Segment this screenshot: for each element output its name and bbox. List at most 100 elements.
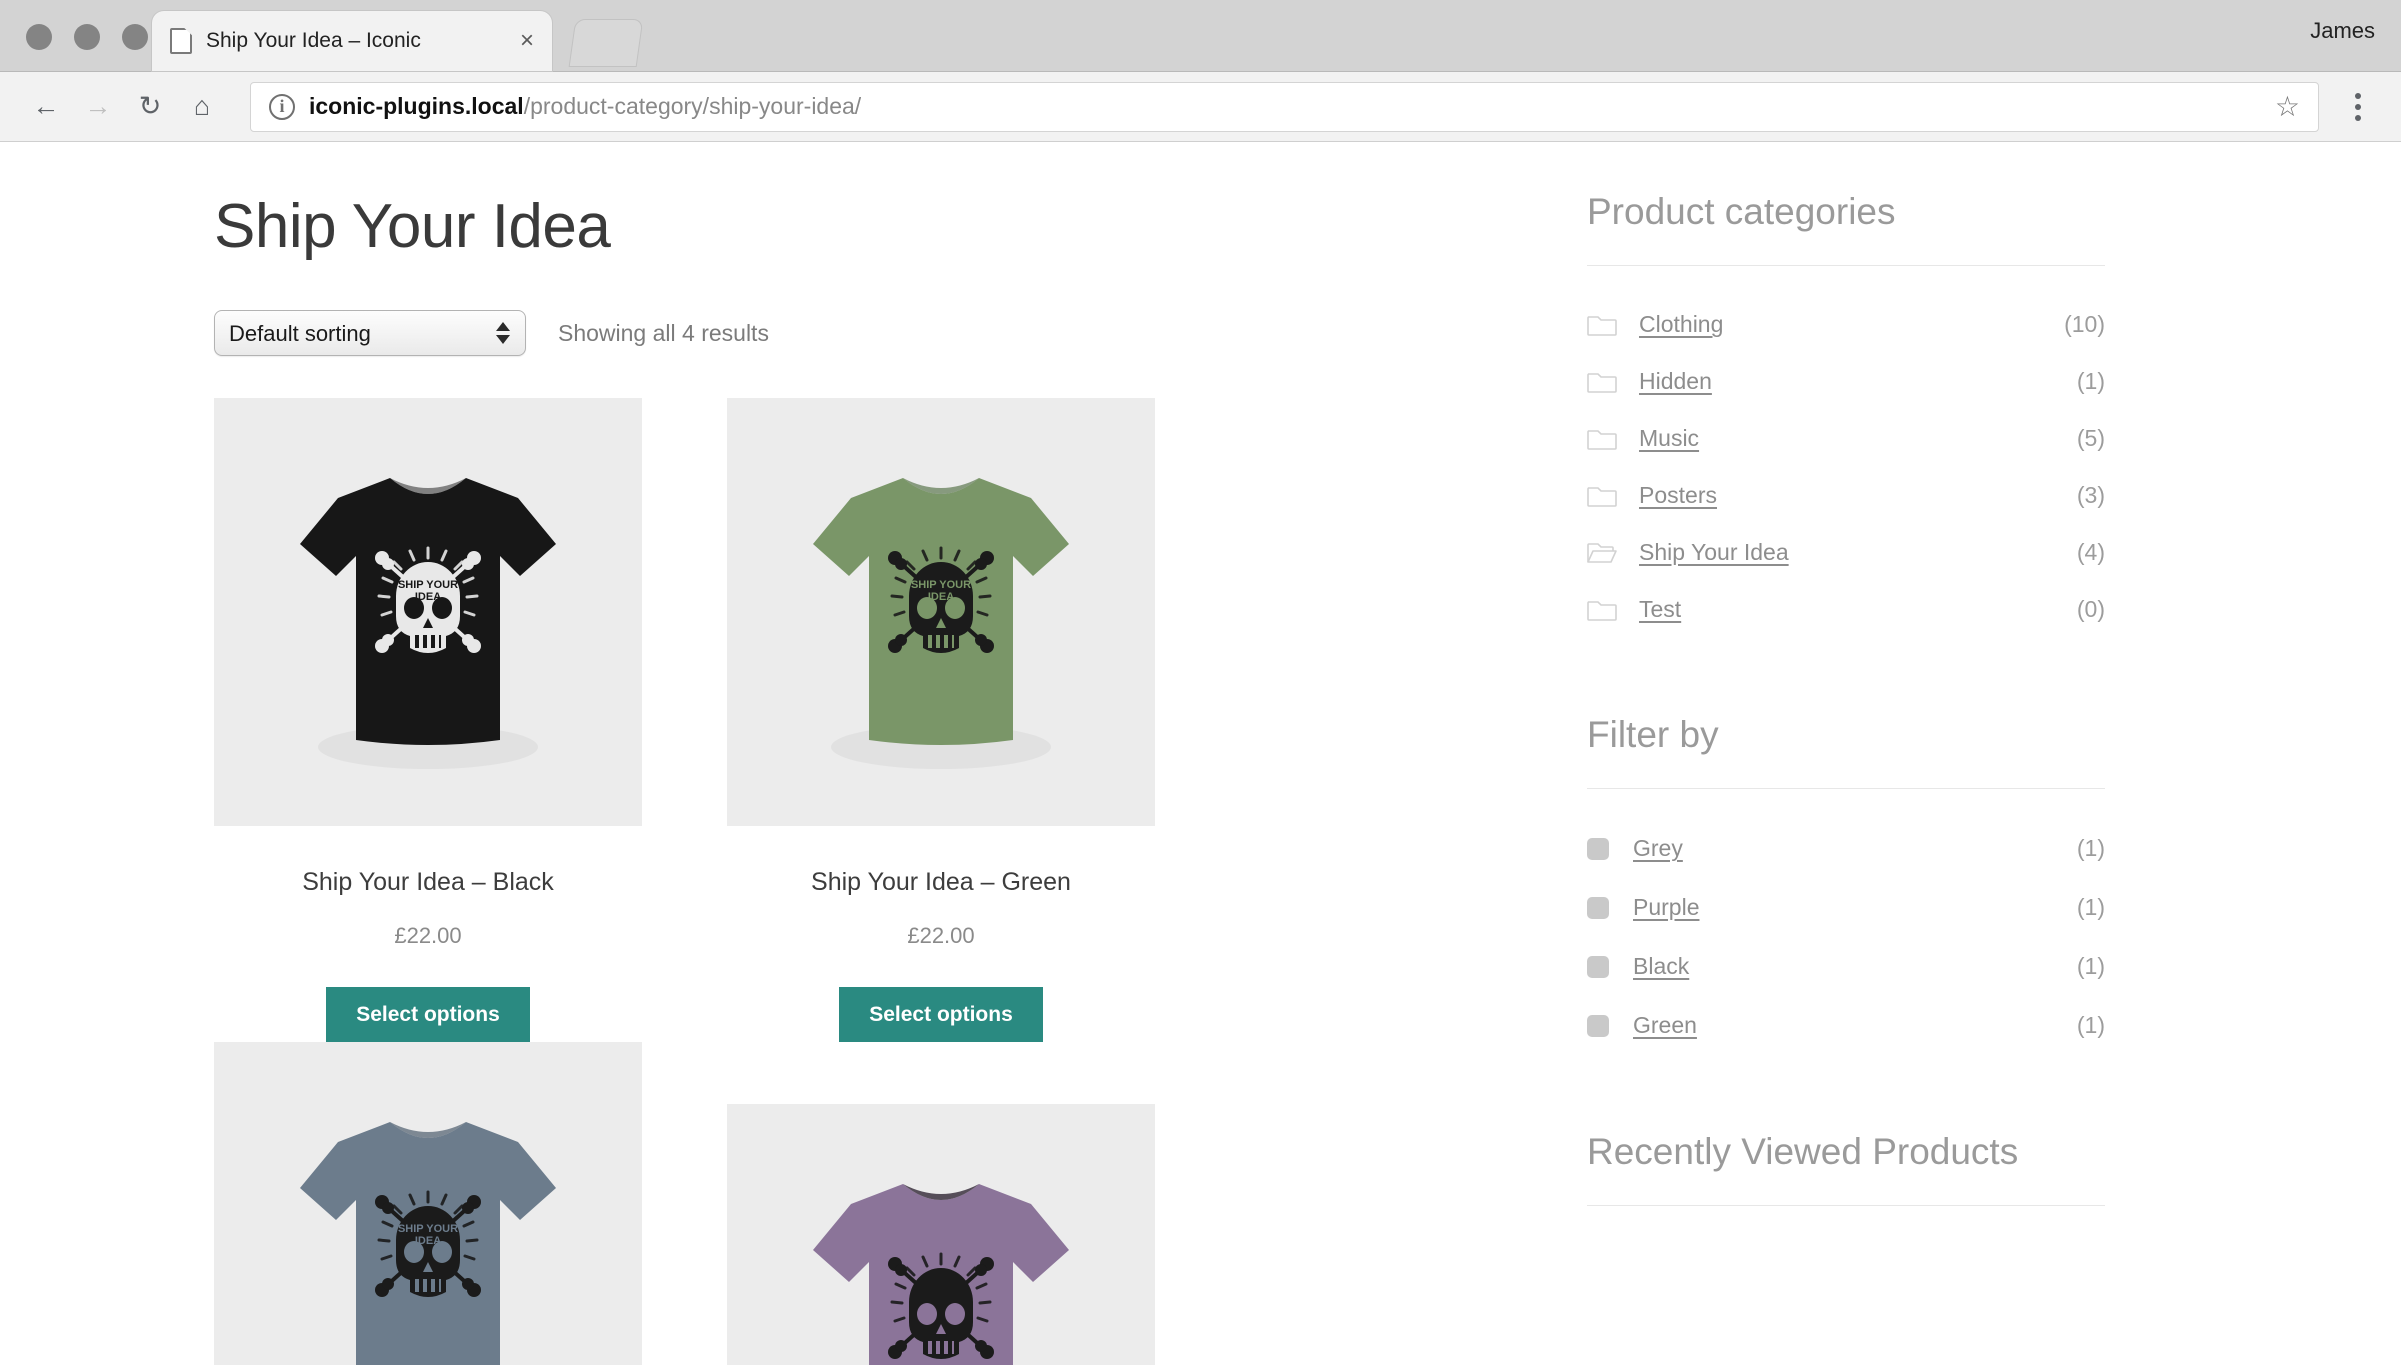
- color-swatch-icon: [1587, 837, 1609, 860]
- select-options-button[interactable]: Select options: [839, 987, 1043, 1042]
- filter-count: (1): [2076, 894, 2105, 920]
- svg-text:IDEA: IDEA: [415, 1235, 441, 1247]
- url-host: iconic-plugins.local: [309, 93, 524, 119]
- folder-closed-icon: [1587, 315, 1617, 336]
- folder-closed-icon: [1587, 429, 1617, 450]
- profile-name[interactable]: James: [2310, 18, 2375, 44]
- folder-closed-icon: [1587, 372, 1617, 393]
- product-card[interactable]: SHIP YOUR IDEA Ship Your Idea – Grey £22…: [214, 1042, 642, 1365]
- filter-item-purple[interactable]: Purple (1): [1587, 878, 2105, 937]
- product-thumbnail[interactable]: SHIP YOUR IDEA: [214, 398, 642, 826]
- sorting-select-wrapper[interactable]: Default sorting: [214, 310, 526, 356]
- filter-count: (1): [2076, 835, 2105, 861]
- page-favicon-icon: [170, 28, 192, 54]
- product-thumbnail[interactable]: [727, 1104, 1155, 1365]
- svg-text:SHIP YOUR: SHIP YOUR: [911, 579, 971, 591]
- category-count: (4): [2076, 539, 2105, 565]
- product-title[interactable]: Ship Your Idea – Black: [214, 868, 642, 897]
- product-title[interactable]: Ship Your Idea – Green: [727, 868, 1155, 897]
- new-tab-button[interactable]: [568, 19, 644, 67]
- svg-text:SHIP YOUR: SHIP YOUR: [398, 579, 458, 591]
- folder-closed-icon: [1587, 486, 1617, 507]
- filter-item-grey[interactable]: Grey (1): [1587, 819, 2105, 878]
- forward-icon[interactable]: →: [72, 81, 124, 133]
- product-price: £22.00: [907, 923, 975, 948]
- product-card[interactable]: [727, 1104, 1155, 1365]
- widget-title: Filter by: [1587, 714, 2105, 789]
- widget-title: Recently Viewed Products: [1587, 1131, 2105, 1206]
- category-item-clothing[interactable]: Clothing (10): [1587, 296, 2105, 353]
- category-link[interactable]: Posters: [1639, 482, 1717, 509]
- tshirt-image: SHIP YOUR IDEA: [300, 1122, 556, 1365]
- home-icon[interactable]: ⌂: [176, 81, 228, 133]
- category-link[interactable]: Test: [1639, 596, 1681, 623]
- filter-link[interactable]: Purple: [1633, 894, 1699, 921]
- filter-item-black[interactable]: Black (1): [1587, 937, 2105, 996]
- widget-recently-viewed: Recently Viewed Products: [1587, 1131, 2105, 1206]
- svg-text:IDEA: IDEA: [928, 591, 954, 603]
- category-count: (1): [2076, 368, 2105, 394]
- filter-list: Grey (1) Purple (1) Black (1) Green (1): [1587, 819, 2105, 1055]
- chrome-menu-icon[interactable]: [2335, 92, 2381, 121]
- folder-closed-icon: [1587, 600, 1617, 621]
- filter-item-green[interactable]: Green (1): [1587, 996, 2105, 1055]
- product-thumbnail[interactable]: SHIP YOUR IDEA: [727, 398, 1155, 826]
- tab-title: Ship Your Idea – Iconic: [206, 29, 421, 52]
- category-item-test[interactable]: Test (0): [1587, 581, 2105, 638]
- widget-filter-by: Filter by Grey (1) Purple (1) Black (1) …: [1587, 714, 2105, 1055]
- widget-title: Product categories: [1587, 191, 2105, 266]
- product-thumbnail[interactable]: SHIP YOUR IDEA: [214, 1042, 642, 1365]
- product-archive: Ship Your Idea Default sorting Showing a…: [0, 191, 1545, 1365]
- tshirt-image: [813, 1184, 1069, 1365]
- product-grid: SHIP YOUR IDEA Ship Your Idea – Black £2…: [214, 398, 1545, 1365]
- window-controls[interactable]: [26, 24, 148, 50]
- product-card[interactable]: SHIP YOUR IDEA Ship Your Idea – Green £2…: [727, 398, 1155, 1042]
- category-count: (3): [2076, 482, 2105, 508]
- page-content: Ship Your Idea Default sorting Showing a…: [0, 143, 2401, 1365]
- browser-window: Ship Your Idea – Iconic × James ← → ↻ ⌂ …: [0, 0, 2401, 1365]
- bookmark-star-icon[interactable]: ☆: [2261, 90, 2300, 123]
- category-item-music[interactable]: Music (5): [1587, 410, 2105, 467]
- result-count: Showing all 4 results: [558, 319, 769, 346]
- reload-icon[interactable]: ↻: [124, 81, 176, 133]
- widget-product-categories: Product categories Clothing (10) Hidden …: [1587, 191, 2105, 638]
- category-count: (5): [2076, 425, 2105, 451]
- sorting-select[interactable]: Default sorting: [214, 310, 526, 356]
- category-item-hidden[interactable]: Hidden (1): [1587, 353, 2105, 410]
- select-options-button[interactable]: Select options: [326, 987, 530, 1042]
- product-price: £22.00: [394, 923, 462, 948]
- url-path: /product-category/ship-your-idea/: [523, 93, 862, 119]
- archive-toolbar: Default sorting Showing all 4 results: [214, 310, 1545, 356]
- close-tab-icon[interactable]: ×: [520, 29, 534, 53]
- back-icon[interactable]: ←: [20, 81, 72, 133]
- category-link[interactable]: Clothing: [1639, 311, 1723, 338]
- maximize-window-button[interactable]: [122, 24, 148, 50]
- address-bar[interactable]: i iconic-plugins.local/product-category/…: [250, 81, 2319, 132]
- browser-tab[interactable]: Ship Your Idea – Iconic ×: [152, 11, 552, 71]
- filter-link[interactable]: Green: [1633, 1012, 1697, 1039]
- category-count: (10): [2064, 311, 2105, 337]
- filter-link[interactable]: Black: [1633, 953, 1689, 980]
- url-text: iconic-plugins.local/product-category/sh…: [309, 93, 861, 120]
- svg-text:SHIP YOUR: SHIP YOUR: [398, 1223, 458, 1235]
- filter-count: (1): [2076, 953, 2105, 979]
- folder-open-icon: [1587, 542, 1617, 563]
- sidebar: Product categories Clothing (10) Hidden …: [1545, 191, 2105, 1365]
- category-link[interactable]: Music: [1639, 425, 1699, 452]
- category-link[interactable]: Hidden: [1639, 368, 1712, 395]
- page-title: Ship Your Idea: [214, 192, 611, 261]
- category-link[interactable]: Ship Your Idea: [1639, 539, 1789, 566]
- browser-toolbar: ← → ↻ ⌂ i iconic-plugins.local/product-c…: [0, 72, 2401, 142]
- category-item-posters[interactable]: Posters (3): [1587, 467, 2105, 524]
- filter-link[interactable]: Grey: [1633, 835, 1683, 862]
- color-swatch-icon: [1587, 955, 1609, 978]
- product-card[interactable]: SHIP YOUR IDEA Ship Your Idea – Black £2…: [214, 398, 642, 1042]
- color-swatch-icon: [1587, 1014, 1609, 1037]
- tshirt-image: SHIP YOUR IDEA: [300, 478, 556, 769]
- category-list: Clothing (10) Hidden (1) Music (5) Poste…: [1587, 296, 2105, 638]
- close-window-button[interactable]: [26, 24, 52, 50]
- category-item-ship-your-idea[interactable]: Ship Your Idea (4): [1587, 524, 2105, 581]
- minimize-window-button[interactable]: [74, 24, 100, 50]
- svg-text:IDEA: IDEA: [415, 591, 441, 603]
- site-info-icon[interactable]: i: [269, 93, 295, 120]
